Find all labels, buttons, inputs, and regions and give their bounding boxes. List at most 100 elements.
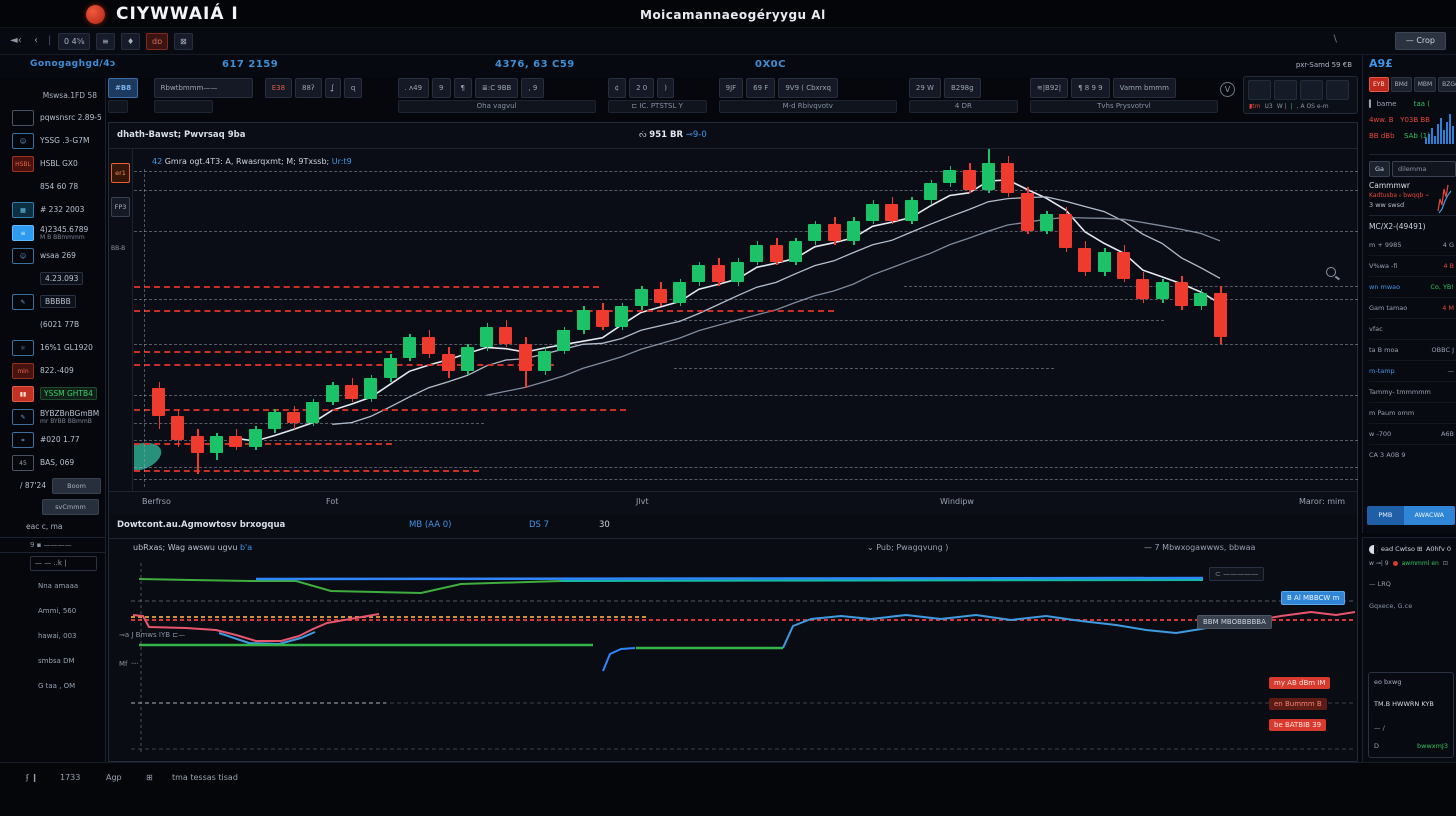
chart-thumbnail[interactable] <box>1274 80 1297 100</box>
window-title: Moicamannaeogéryygu Al <box>640 8 826 22</box>
thumbnail-strip[interactable] <box>1244 77 1357 103</box>
toolbar-button[interactable]: 2 0 <box>629 78 654 98</box>
sidebar-value: Nna amaaa <box>0 574 105 599</box>
indicator-line <box>256 578 1203 579</box>
watchlist-item[interactable]: ☼16%1 GL1920 <box>0 336 105 359</box>
chart-tool-chip[interactable]: er1 <box>111 163 130 183</box>
ticker-price-3: 0X0C <box>755 59 786 70</box>
toolbar-button[interactable]: Vamm bmmm <box>1113 78 1176 98</box>
scale-chip[interactable]: ⊂ ————— <box>1209 567 1264 581</box>
alert-chip[interactable]: en Bummm B <box>1269 698 1327 710</box>
news-icons[interactable]: w ⊸| 9 <box>1369 560 1389 567</box>
toolbar-button[interactable]: ≣:C 9BB <box>475 78 518 98</box>
chart-tool-chip[interactable]: FP3 <box>111 197 130 217</box>
indicator-blue-button[interactable]: B Al MBBCW m <box>1281 591 1345 605</box>
nav-button[interactable]: dɒ <box>146 33 168 50</box>
watchlist-item[interactable]: ☺wsaa 269 <box>0 244 105 267</box>
watchlist-item[interactable]: 45BAS, 069 <box>0 451 105 474</box>
toolbar-button[interactable]: , 9 <box>521 78 544 98</box>
nav-button[interactable]: ⊠ <box>174 33 193 50</box>
order-tab[interactable]: dilemma <box>1392 161 1456 177</box>
indicator-param-2[interactable]: DS 7 <box>529 520 549 530</box>
watchlist-item[interactable]: (6021 77B <box>0 313 105 336</box>
toolbar-button[interactable]: B298g <box>944 78 981 98</box>
toolbar-button[interactable]: 9V9 ( Cbxrxq <box>778 78 838 98</box>
toolbar-button[interactable]: 29 W <box>909 78 941 98</box>
sidebar-button[interactable]: Boom <box>52 478 101 494</box>
magnifier-icon[interactable] <box>1326 267 1336 277</box>
news-toolbar-icon[interactable]: ⊸| <box>1376 560 1385 567</box>
sidebar-button[interactable]: svCmmm <box>42 499 99 515</box>
chart-thumbnail[interactable] <box>1300 80 1323 100</box>
status-item: 1733 <box>60 773 80 782</box>
toolbar-button[interactable]: ¶ <box>454 78 472 98</box>
toolbar-group: Rbwtbmmm—— <box>154 78 253 116</box>
crop-button[interactable]: — Crop <box>1395 32 1446 50</box>
watchlist-item[interactable]: ☺YSSG .3-G7M <box>0 129 105 152</box>
chart-thumbnail[interactable] <box>1326 80 1349 100</box>
indicator-grey-chip[interactable]: BBM MBOBBBBBA <box>1197 615 1272 629</box>
toolbar-button[interactable]: 9JF <box>719 78 744 98</box>
order-tab[interactable]: Ga <box>1369 161 1390 177</box>
market-button[interactable]: BMd <box>1391 77 1412 92</box>
alert-chip[interactable]: my AB dBm IM <box>1269 677 1330 689</box>
x-axis-label: Jlvt <box>636 497 648 506</box>
toolbar-button[interactable]: . ʌ49 <box>398 78 430 98</box>
watchlist-item[interactable]: ✎BBBBB <box>0 290 105 313</box>
split-left-button[interactable]: PMB <box>1367 506 1404 525</box>
back-icon[interactable]: ‹ <box>34 33 38 49</box>
watchlist-item[interactable]: pqwsnsrc 2.89-5 <box>0 106 105 129</box>
toolbar-button[interactable]: Rbwtbmmm—— <box>154 78 253 98</box>
badge-icon[interactable]: V <box>1220 82 1235 97</box>
toolbar-button[interactable]: ɋ <box>344 78 362 98</box>
sidebar-icon-row[interactable]: 9 ▪ ———— <box>0 537 105 553</box>
candle <box>1059 214 1072 248</box>
market-button[interactable]: MBM <box>1414 77 1436 92</box>
watchlist-item[interactable]: ▦# 232 2003 <box>0 198 105 221</box>
news-card-icon: D <box>1374 742 1379 750</box>
chart-thumbnail[interactable] <box>1248 80 1271 100</box>
split-right-button[interactable]: AWACWA <box>1404 506 1455 525</box>
candle <box>1117 252 1130 279</box>
market-button[interactable]: BZGd <box>1438 77 1456 92</box>
alert-chip[interactable]: be BATBIB 39 <box>1269 719 1326 731</box>
toolbar-button[interactable]: 88ʔ <box>295 78 321 98</box>
market-button[interactable]: EYB <box>1369 77 1389 92</box>
candlestick-chart[interactable]: 42 Gmra ogt.4T3: A, Rwasrqxmt; M; 9Txssb… <box>134 149 1358 491</box>
nav-button[interactable]: ≡ <box>96 33 115 50</box>
nav-button[interactable]: 0 4⅝ <box>58 33 90 50</box>
toolbar-button[interactable]: ) <box>657 78 674 98</box>
back-arrows-icon[interactable]: ◄‹ <box>10 33 22 49</box>
watchlist-item[interactable]: ⌗#020 1.77 <box>0 428 105 451</box>
toolbar-button[interactable]: ¢ <box>608 78 626 98</box>
nav-button[interactable]: ♦ <box>121 33 140 50</box>
toolbar-button[interactable]: ʆ <box>325 78 341 98</box>
news-panel: ead Cwtso ⊞ A0hfv 0 w ⊸| 9 awmmml en ⊡ —… <box>1362 537 1456 762</box>
news-toolbar-icon[interactable]: 9 <box>1385 560 1389 567</box>
lrq-dropdown[interactable]: — LRQ <box>1369 580 1454 588</box>
watchlist-item[interactable]: 854 60 78 <box>0 175 105 198</box>
watchlist-item[interactable]: min822.-409 <box>0 359 105 382</box>
position-section: Cammmwr Kadtusba ₀ bwqqb ⌁ 3 ww swsd <box>1369 181 1456 209</box>
toolbar-button[interactable]: 69 F <box>746 78 775 98</box>
watchlist-item[interactable]: HSBLHSBL GX0 <box>0 152 105 175</box>
x-axis-label: Maror: mim <box>1299 497 1345 506</box>
toolbar-button[interactable]: ¶ 8 9 9 <box>1071 78 1110 98</box>
news-card[interactable]: eo bxwg TM.B HWWRN KYB — / D bwwxmJ3 <box>1368 672 1454 758</box>
toolbar-button[interactable]: 9 <box>432 78 450 98</box>
toolbar-button[interactable]: E38 <box>265 78 292 98</box>
indicator-param-1[interactable]: MB (AA 0) <box>409 520 451 530</box>
box-icon[interactable]: ⊡ <box>1443 560 1448 567</box>
toolbar-button[interactable]: ≋|B92| <box>1030 78 1068 98</box>
watchlist-item[interactable]: ✎BYBZBnBGmBMmr BYBB BBmmB <box>0 405 105 428</box>
news-toolbar-icon[interactable]: w <box>1369 560 1376 567</box>
watchlist-item[interactable]: ▮▮YSSM GHTB4 <box>0 382 105 405</box>
news-card-link[interactable]: bwwxmJ3 <box>1417 742 1448 750</box>
watchlist-item[interactable]: 4.23.093 <box>0 267 105 290</box>
sidebar-dropdown[interactable]: — — ..k | <box>30 556 97 571</box>
draw-tool-icon[interactable]: ∖ <box>1332 34 1338 45</box>
indicator-mid-label[interactable]: ⌄ Pub; Pwagqvung ) <box>867 543 948 552</box>
toolbar-button[interactable]: #B8 <box>108 78 138 98</box>
stat-row: Gam tamao4 M <box>1369 298 1456 319</box>
watchlist-item[interactable]: ≡4)2345.6789M B BBmmmm <box>0 221 105 244</box>
